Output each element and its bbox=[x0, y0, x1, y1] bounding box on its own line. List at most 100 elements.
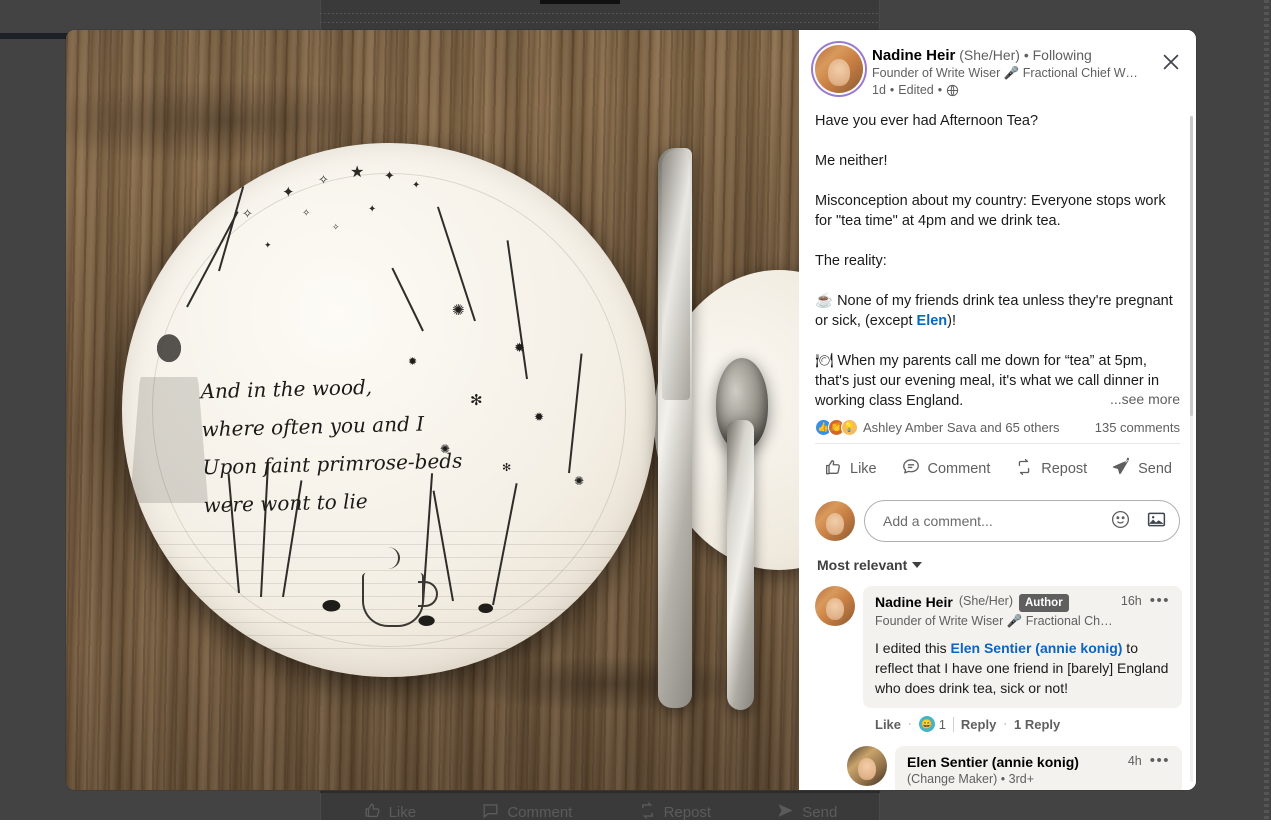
star-decoration: ✧ bbox=[242, 207, 253, 220]
post-paragraph: Misconception about my country: Everyone… bbox=[815, 191, 1180, 231]
reactions-summary-text: Ashley Amber Sava and 65 others bbox=[863, 420, 1060, 435]
like-button[interactable]: Like bbox=[817, 452, 883, 486]
star-decoration: ✧ bbox=[332, 223, 340, 232]
post-detail-modal: ✦ ✧ ★ ✦ ✧ ✦ ✧ ✦ ✧ ✦ ✺ ✹ ✻ bbox=[66, 30, 1196, 790]
comment-header: Nadine Heir (She/Her) Author 16h ••• bbox=[875, 594, 1170, 612]
background-repost-button[interactable]: Repost bbox=[638, 801, 712, 824]
image-icon bbox=[1146, 509, 1167, 533]
overflow-menu-icon[interactable]: ••• bbox=[1150, 756, 1170, 766]
comment-bubble-icon bbox=[481, 801, 500, 824]
lilypad-decoration: ⬬ bbox=[478, 599, 493, 617]
send-button[interactable]: Send bbox=[1105, 452, 1178, 486]
comment-item: Nadine Heir (She/Her) Author 16h ••• Fou… bbox=[815, 586, 1182, 742]
background-comment-button[interactable]: Comment bbox=[481, 801, 572, 824]
thumbs-up-icon bbox=[823, 457, 843, 481]
butterfly-decoration: ✺ bbox=[574, 475, 584, 487]
commenter-name[interactable]: Nadine Heir bbox=[875, 594, 953, 610]
teacup-illustration bbox=[362, 573, 424, 627]
action-divider bbox=[953, 717, 954, 732]
plate-quote-text: And in the wood, where often you and I U… bbox=[200, 364, 534, 525]
comment-reply-button[interactable]: Reply bbox=[961, 717, 996, 732]
overflow-menu-icon[interactable]: ••• bbox=[1150, 596, 1170, 606]
star-decoration: ✦ bbox=[282, 185, 295, 200]
butterfly-decoration: ✺ bbox=[452, 303, 465, 318]
globe-icon bbox=[946, 84, 959, 97]
post-scroll-area[interactable]: Nadine Heir (She/Her) • Following Founde… bbox=[799, 30, 1196, 790]
star-decoration: ✦ bbox=[384, 169, 395, 182]
comments-count[interactable]: 135 comments bbox=[1095, 420, 1180, 435]
background-bottom-divider bbox=[320, 791, 880, 793]
background-like-button[interactable]: Like bbox=[363, 801, 417, 824]
commenter-avatar[interactable] bbox=[847, 746, 887, 786]
commenter-headline: (Change Maker) • 3rd+ bbox=[907, 771, 1147, 788]
commenter-name[interactable]: Elen Sentier (annie konig) bbox=[907, 754, 1079, 770]
author-name-row: Nadine Heir (She/Her) • Following bbox=[872, 46, 1180, 65]
comment-meta: 16h ••• bbox=[1121, 594, 1170, 608]
author-pronouns: (She/Her) bbox=[959, 47, 1020, 63]
comment-content: Elen Sentier (annie konig) 4h ••• (Chang… bbox=[895, 746, 1182, 790]
name-separator: • bbox=[1024, 47, 1029, 63]
comment-input[interactable] bbox=[883, 513, 1097, 529]
star-decoration: ✦ bbox=[264, 241, 272, 250]
emoji-button[interactable] bbox=[1107, 508, 1133, 534]
repost-button[interactable]: Repost bbox=[1008, 452, 1093, 486]
post-action-bar: Like Comment Repost bbox=[799, 444, 1196, 494]
comment-button[interactable]: Comment bbox=[895, 452, 997, 486]
action-separator: · bbox=[1003, 718, 1007, 730]
author-headline: Founder of Write Wiser 🎤 Fractional Chie… bbox=[872, 65, 1140, 82]
comment-content: Nadine Heir (She/Her) Author 16h ••• Fou… bbox=[863, 586, 1182, 742]
funny-reaction-icon: 😄 bbox=[919, 716, 935, 732]
comment-like-button[interactable]: Like bbox=[875, 717, 901, 732]
star-decoration: ✧ bbox=[318, 173, 329, 186]
send-button-label: Send bbox=[1138, 461, 1172, 477]
background-scrollbar[interactable] bbox=[1264, 0, 1269, 820]
lilypad-decoration: ⬬ bbox=[322, 595, 341, 617]
post-edited: Edited bbox=[898, 82, 933, 99]
thumbs-up-icon bbox=[363, 801, 382, 824]
mention-link[interactable]: Elen bbox=[917, 313, 948, 329]
spoon-handle bbox=[727, 420, 754, 710]
post-paragraph: Have you ever had Afternoon Tea? bbox=[815, 111, 1180, 131]
comment-reply-count[interactable]: 1 Reply bbox=[1014, 717, 1060, 732]
comment-mention-link[interactable]: Elen Sentier (annie konig) bbox=[951, 640, 1123, 656]
current-user-avatar[interactable] bbox=[815, 501, 855, 541]
add-image-button[interactable] bbox=[1143, 508, 1169, 534]
comment-reactions[interactable]: 😄 1 bbox=[919, 716, 946, 732]
author-name[interactable]: Nadine Heir bbox=[872, 47, 955, 64]
author-badge: Author bbox=[1019, 594, 1069, 612]
paragraph-text-before: ☕ None of my friends drink tea unless th… bbox=[815, 293, 1177, 329]
like-button-label: Like bbox=[850, 461, 877, 477]
star-decoration: ✧ bbox=[302, 209, 310, 219]
author-avatar[interactable] bbox=[815, 45, 863, 93]
sort-label: Most relevant bbox=[817, 557, 907, 573]
see-more-button[interactable]: ...see more bbox=[1106, 391, 1180, 407]
background-divider-2 bbox=[320, 22, 880, 23]
post-paragraph-with-mention: ☕ None of my friends drink tea unless th… bbox=[815, 291, 1180, 331]
star-decoration: ★ bbox=[350, 165, 364, 181]
comment-text-before: I edited this bbox=[875, 640, 951, 656]
commenter-avatar[interactable] bbox=[815, 586, 855, 626]
butterfly-decoration: ✹ bbox=[534, 411, 544, 423]
background-send-button[interactable]: Send bbox=[776, 801, 837, 824]
comment-item: Elen Sentier (annie konig) 4h ••• (Chang… bbox=[847, 746, 1182, 790]
follow-status: Following bbox=[1033, 47, 1092, 63]
comment-input-box[interactable] bbox=[864, 500, 1180, 542]
comment-header: Elen Sentier (annie konig) 4h ••• bbox=[907, 754, 1170, 770]
post-social-counts: 👍 👏 💡 Ashley Amber Sava and 65 others 13… bbox=[799, 409, 1196, 443]
reactions-summary[interactable]: 👍 👏 💡 Ashley Amber Sava and 65 others bbox=[815, 419, 1060, 436]
comment-reaction-count: 1 bbox=[939, 717, 946, 732]
comment-bubble: Elen Sentier (annie konig) 4h ••• (Chang… bbox=[895, 746, 1182, 790]
lilypad-decoration: ⬬ bbox=[418, 611, 435, 631]
comment-bubble: Nadine Heir (She/Her) Author 16h ••• Fou… bbox=[863, 586, 1182, 708]
commenter-headline: Founder of Write Wiser 🎤 Fractional Chie… bbox=[875, 613, 1115, 630]
post-detail-pane: Nadine Heir (She/Her) • Following Founde… bbox=[799, 30, 1196, 790]
post-media-pane[interactable]: ✦ ✧ ★ ✦ ✧ ✦ ✧ ✦ ✧ ✦ ✺ ✹ ✻ bbox=[66, 30, 799, 790]
background-like-label: Like bbox=[389, 804, 417, 821]
post-paragraph: Me neither! bbox=[815, 151, 1180, 171]
close-button[interactable] bbox=[1156, 48, 1186, 78]
insightful-reaction-icon: 💡 bbox=[841, 419, 858, 436]
detail-scrollbar-thumb[interactable] bbox=[1190, 116, 1193, 416]
sort-comments-button[interactable]: Most relevant bbox=[815, 554, 924, 576]
background-repost-label: Repost bbox=[664, 804, 712, 821]
knife-blade bbox=[662, 150, 690, 400]
